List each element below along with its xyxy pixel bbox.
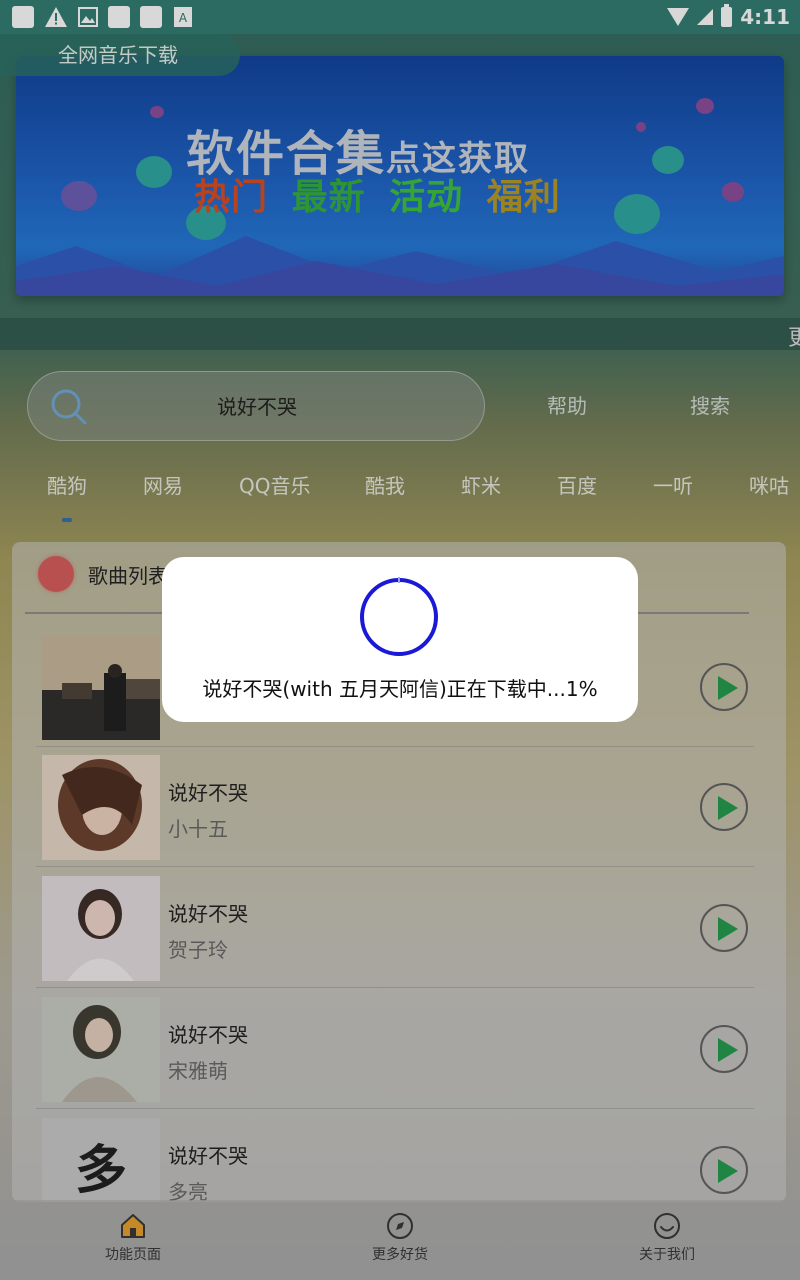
download-status-message: 说好不哭(with 五月天阿信)正在下载中...1%	[202, 677, 598, 701]
download-progress-dialog: 说好不哭(with 五月天阿信)正在下载中...1%	[162, 557, 638, 722]
loading-spinner	[360, 577, 438, 656]
